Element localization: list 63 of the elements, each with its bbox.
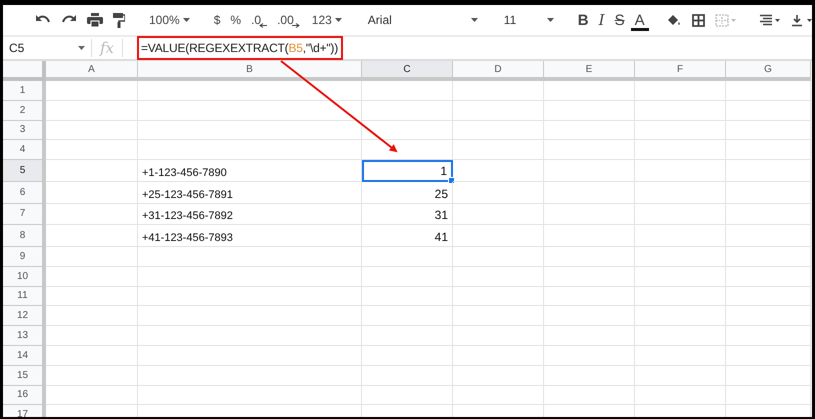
formula-field[interactable]: =VALUE(REGEXEXTRACT(B5,"\d+"))	[123, 41, 338, 55]
print-icon	[87, 13, 103, 27]
row-header[interactable]: 4	[3, 140, 46, 160]
table-cell: 25	[362, 182, 453, 204]
format-button[interactable]: %	[226, 10, 246, 30]
column-header[interactable]: F	[635, 61, 726, 81]
row-header[interactable]: 13	[3, 326, 46, 346]
align-bottom-icon	[790, 14, 812, 26]
row-header[interactable]: 16	[3, 386, 46, 406]
align-icon	[758, 14, 781, 26]
caret-icon	[546, 18, 554, 22]
column-header[interactable]: A	[46, 61, 138, 81]
row-header[interactable]: 5	[3, 160, 46, 182]
arrow-left-icon	[259, 22, 268, 28]
arrow-right-icon	[292, 22, 300, 28]
row-header[interactable]: 6	[3, 182, 46, 204]
paint-roller-icon	[113, 12, 125, 28]
format-button[interactable]: $	[210, 10, 224, 30]
row-header[interactable]: 14	[3, 346, 46, 366]
active-cell: 1	[362, 160, 453, 182]
table-cell: +31-123-456-7892	[138, 204, 362, 226]
strikethrough-button[interactable]: S	[610, 8, 629, 32]
caret-icon	[78, 46, 85, 50]
row-header[interactable]: 1	[3, 81, 46, 101]
bold-button[interactable]: B	[574, 8, 593, 32]
row-header[interactable]: 15	[3, 366, 46, 386]
fill-handle[interactable]	[448, 176, 455, 184]
grid-icon	[692, 14, 705, 26]
table-cell: +41-123-456-7893	[138, 225, 362, 247]
row-header[interactable]: 11	[3, 286, 46, 306]
font-dropdown[interactable]: Arial	[362, 10, 484, 30]
toolbar-dropdown[interactable]: 123	[306, 10, 348, 30]
column-header[interactable]: E	[544, 61, 635, 81]
row-header[interactable]: 8	[3, 225, 46, 247]
toolbar-dropdown[interactable]: 100%	[143, 10, 196, 30]
column-header[interactable]: G	[726, 61, 811, 81]
column-header[interactable]: B	[138, 61, 362, 81]
format-button[interactable]: .00	[273, 10, 304, 30]
corner-cell[interactable]	[3, 61, 46, 81]
table-cell: +25-123-456-7891	[138, 182, 362, 204]
caret-icon	[470, 18, 478, 22]
format-button[interactable]: .0	[247, 10, 272, 30]
table-cell: 31	[362, 204, 453, 226]
table-cell: +1-123-456-7890	[138, 160, 362, 182]
merge-icon	[714, 14, 737, 26]
italic-button[interactable]: I	[594, 8, 609, 32]
row-header[interactable]: 2	[3, 100, 46, 121]
column-header[interactable]: D	[453, 61, 544, 81]
column-header[interactable]: C	[362, 61, 453, 81]
name-box[interactable]: C5	[3, 41, 91, 55]
row-header[interactable]: 9	[3, 246, 46, 267]
row-header[interactable]: 7	[3, 204, 46, 226]
caret-icon	[182, 18, 190, 22]
paint-bucket-icon	[666, 14, 682, 26]
row-header[interactable]: 3	[3, 120, 46, 140]
row-header[interactable]: 12	[3, 306, 46, 326]
text-color-button[interactable]: A	[630, 10, 649, 30]
table-cell: 41	[362, 225, 453, 247]
function-label: fx	[98, 39, 115, 57]
row-header[interactable]: 10	[3, 266, 46, 287]
caret-icon	[334, 18, 342, 22]
row-header[interactable]: 17	[3, 405, 46, 417]
font-size-dropdown[interactable]: 11	[498, 10, 560, 30]
